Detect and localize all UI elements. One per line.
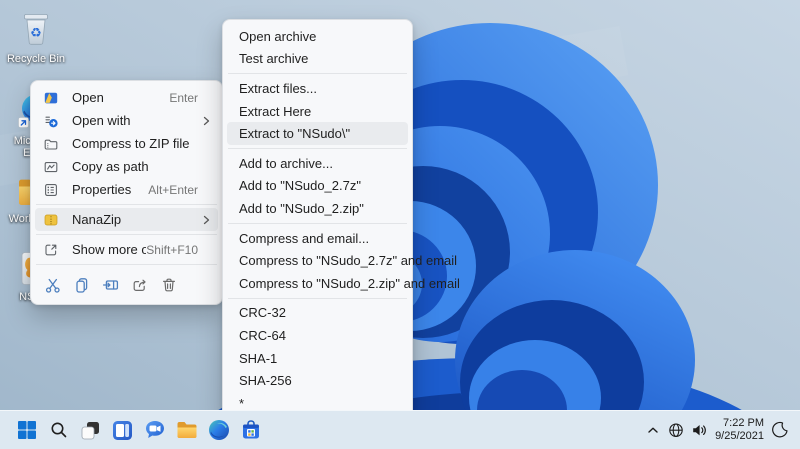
file-explorer-button[interactable] [173,417,200,444]
zip-folder-icon [43,136,59,152]
submenu-item-sha-1[interactable]: SHA-1 [227,347,408,370]
widgets-button[interactable] [109,417,136,444]
submenu-item-compress-7z-email[interactable]: Compress to "NSudo_2.7z" and email [227,249,457,272]
submenu-item-add-to-archive[interactable]: Add to archive... [227,152,408,175]
system-tray: 7:22 PM 9/25/2021 [643,417,800,444]
network-icon[interactable] [666,420,686,440]
search-button[interactable] [45,417,72,444]
submenu-item-extract-to-nsudo[interactable]: Extract to "NSudo\" [227,122,408,145]
rename-icon[interactable] [97,272,125,298]
desktop-icon-recycle-bin[interactable]: ♻ Recycle Bin [4,6,68,84]
submenu-item-crc-64[interactable]: CRC-64 [227,324,408,347]
submenu-item-sha-256[interactable]: SHA-256 [227,369,408,392]
taskbar-buttons [0,417,264,444]
share-icon[interactable] [126,272,154,298]
submenu-item-extract-files[interactable]: Extract files... [227,77,408,100]
chevron-right-icon [200,214,212,226]
tray-date: 9/25/2021 [715,430,764,442]
menu-item-show-more-options[interactable]: Show more options Shift+F10 [35,238,218,261]
menu-item-properties[interactable]: Properties Alt+Enter [35,178,218,201]
submenu-item-compress-and-email[interactable]: Compress and email... [227,227,408,250]
menu-separator [228,222,407,224]
submenu-item-add-to-zip[interactable]: Add to "NSudo_2.zip" [227,197,408,220]
recycle-bin-icon: ♻ [16,6,56,50]
submenu-item-add-to-7z[interactable]: Add to "NSudo_2.7z" [227,175,408,198]
windows-desktop: ♻ Recycle Bin Microsoft Edge [0,0,800,449]
nanazip-app-icon [43,212,59,228]
context-menu: Open Enter Open with Compress to ZIP fil… [30,80,223,305]
nanazip-file-icon [43,90,59,106]
menu-item-open-with[interactable]: Open with [35,109,218,132]
submenu-item-open-archive[interactable]: Open archive [227,25,408,48]
edge-button[interactable] [205,417,232,444]
properties-icon [43,182,59,198]
submenu-item-crc-32[interactable]: CRC-32 [227,302,408,325]
menu-item-open[interactable]: Open Enter [35,86,218,109]
show-more-options-icon [43,242,59,258]
menu-item-nanazip[interactable]: NanaZip [35,208,218,231]
quick-actions-row [35,268,218,299]
menu-separator [228,147,407,149]
focus-assist-icon[interactable] [770,420,790,440]
menu-separator [36,204,217,205]
copy-icon[interactable] [68,272,96,298]
menu-separator [228,73,407,75]
start-button[interactable] [13,417,40,444]
chat-button[interactable] [141,417,168,444]
open-with-icon [43,113,59,129]
svg-text:♻: ♻ [30,26,42,41]
menu-separator [228,297,407,299]
task-view-button[interactable] [77,417,104,444]
chevron-up-icon[interactable] [643,420,663,440]
taskbar-clock[interactable]: 7:22 PM 9/25/2021 [715,417,764,444]
cut-icon[interactable] [39,272,67,298]
delete-icon[interactable] [155,272,183,298]
volume-icon[interactable] [689,420,709,440]
taskbar: 7:22 PM 9/25/2021 [0,410,800,449]
chevron-right-icon [200,115,212,127]
menu-separator [36,234,217,235]
copy-as-path-icon [43,159,59,175]
store-button[interactable] [237,417,264,444]
menu-separator [36,264,217,265]
submenu-item-test-archive[interactable]: Test archive [227,48,408,71]
desktop-icon-label: Recycle Bin [6,53,66,65]
menu-item-compress-to-zip[interactable]: Compress to ZIP file [35,132,218,155]
submenu-item-compress-zip-email[interactable]: Compress to "NSudo_2.zip" and email [227,272,460,295]
tray-time: 7:22 PM [723,416,764,429]
submenu-item-extract-here[interactable]: Extract Here [227,100,408,123]
menu-item-copy-as-path[interactable]: Copy as path [35,155,218,178]
nanazip-submenu: Open archive Test archive Extract files.… [222,19,460,421]
